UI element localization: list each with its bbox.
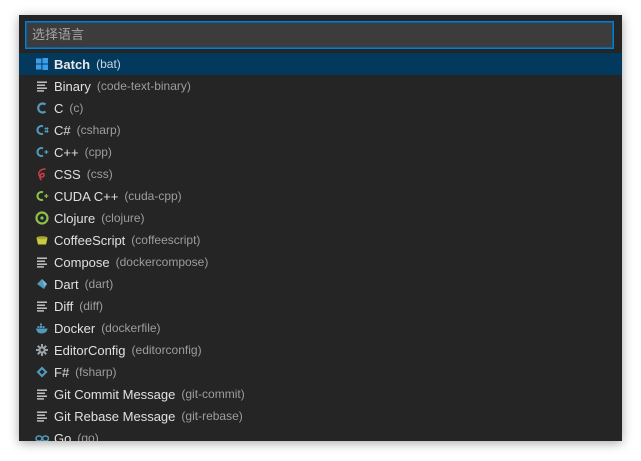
language-option[interactable]: Git Commit Message (git-commit) (19, 383, 622, 405)
language-id: (coffeescript) (131, 233, 201, 247)
language-option[interactable]: Batch (bat) (19, 53, 622, 75)
css-icon (34, 166, 50, 182)
language-option[interactable]: Clojure (clojure) (19, 207, 622, 229)
language-id: (code-text-binary) (96, 79, 191, 93)
lines-icon (34, 254, 50, 270)
language-label: Docker (54, 320, 96, 336)
c-icon (34, 100, 50, 116)
search-box[interactable] (25, 21, 614, 49)
go-icon (34, 430, 50, 441)
windows-icon (34, 56, 50, 72)
language-label: Git Commit Message (54, 386, 176, 402)
language-search-input[interactable] (27, 23, 612, 47)
lines-icon (34, 298, 50, 314)
language-option[interactable]: C# (csharp) (19, 119, 622, 141)
language-id: (dockerfile) (101, 321, 161, 335)
language-option[interactable]: C (c) (19, 97, 622, 119)
language-label: Diff (54, 298, 74, 314)
language-id: (clojure) (101, 211, 145, 225)
clojure-icon (34, 210, 50, 226)
language-option[interactable]: Dart (dart) (19, 273, 622, 295)
language-id: (diff) (79, 299, 104, 313)
language-label: Go (54, 430, 72, 442)
c-sharp-icon (34, 122, 50, 138)
coffee-cup-icon (34, 232, 50, 248)
language-option[interactable]: EditorConfig (editorconfig) (19, 339, 622, 361)
fsharp-diamond-icon (34, 364, 50, 380)
language-label: Clojure (54, 210, 96, 226)
language-label: F# (54, 364, 70, 380)
lines-icon (34, 78, 50, 94)
language-id: (cpp) (84, 145, 112, 159)
language-label: CUDA C++ (54, 188, 119, 204)
language-list: Batch (bat) Binary (code-text-binary) C (c) C#… (19, 53, 622, 441)
language-option[interactable]: Binary (code-text-binary) (19, 75, 622, 97)
language-option[interactable]: Go (go) (19, 427, 622, 441)
language-label: CSS (54, 166, 81, 182)
language-option[interactable]: F# (fsharp) (19, 361, 622, 383)
docker-whale-icon (34, 320, 50, 336)
language-option[interactable]: Docker (dockerfile) (19, 317, 622, 339)
language-id: (dart) (84, 277, 114, 291)
language-label: Git Rebase Message (54, 408, 176, 424)
gear-icon (34, 342, 50, 358)
language-picker: Batch (bat) Binary (code-text-binary) C (c) C#… (19, 15, 622, 441)
language-label: Dart (54, 276, 79, 292)
language-option[interactable]: CoffeeScript (coffeescript) (19, 229, 622, 251)
cuda-icon (34, 188, 50, 204)
language-label: C (54, 100, 64, 116)
dart-icon (34, 276, 50, 292)
language-label: Binary (54, 78, 91, 94)
language-option[interactable]: Git Rebase Message (git-rebase) (19, 405, 622, 427)
language-id: (css) (86, 167, 113, 181)
language-label: EditorConfig (54, 342, 126, 358)
language-id: (c) (69, 101, 84, 115)
language-id: (csharp) (76, 123, 121, 137)
language-id: (editorconfig) (131, 343, 202, 357)
language-option[interactable]: CUDA C++ (cuda-cpp) (19, 185, 622, 207)
language-id: (bat) (96, 57, 121, 71)
lines-icon (34, 408, 50, 424)
language-id: (git-commit) (181, 387, 245, 401)
language-id: (go) (77, 431, 99, 441)
language-id: (cuda-cpp) (124, 189, 182, 203)
language-option[interactable]: Compose (dockercompose) (19, 251, 622, 273)
lines-icon (34, 386, 50, 402)
language-id: (fsharp) (75, 365, 117, 379)
language-label: Compose (54, 254, 110, 270)
language-label: CoffeeScript (54, 232, 126, 248)
language-id: (dockercompose) (115, 255, 209, 269)
language-option[interactable]: C++ (cpp) (19, 141, 622, 163)
language-label: Batch (54, 56, 91, 72)
language-label: C++ (54, 144, 79, 160)
c-plus-plus-icon (34, 144, 50, 160)
language-label: C# (54, 122, 71, 138)
language-option[interactable]: Diff (diff) (19, 295, 622, 317)
language-option[interactable]: CSS (css) (19, 163, 622, 185)
language-id: (git-rebase) (181, 409, 243, 423)
